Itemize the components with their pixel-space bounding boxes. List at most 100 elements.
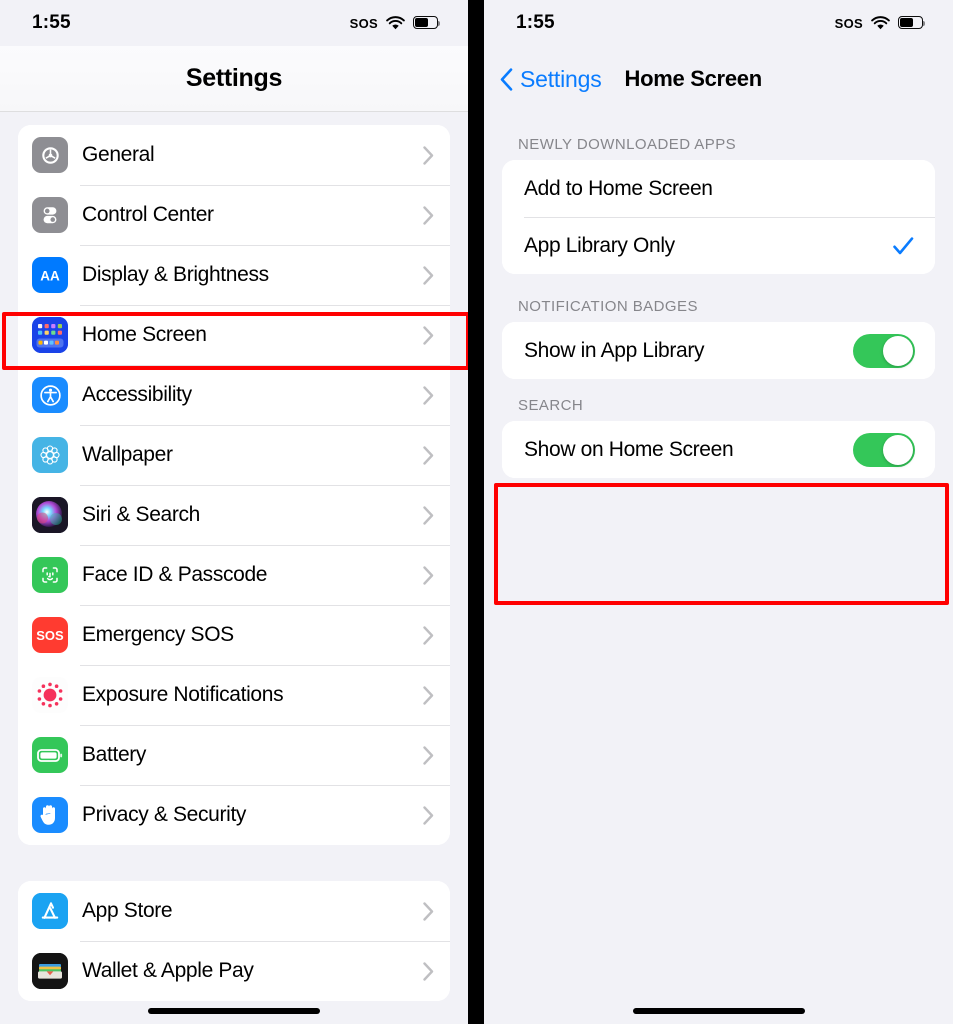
section-header-newly-downloaded-apps: NEWLY DOWNLOADED APPS	[518, 136, 737, 153]
sidebar-item-siri-search[interactable]: Siri & Search	[18, 485, 450, 545]
sidebar-item-label: Home Screen	[82, 323, 207, 346]
sidebar-item-emergency-sos[interactable]: SOS Emergency SOS	[18, 605, 450, 665]
gear-icon	[32, 137, 68, 173]
sidebar-item-exposure-notifications[interactable]: Exposure Notifications	[18, 665, 450, 725]
chevron-right-icon	[423, 685, 434, 705]
sidebar-item-label: Control Center	[82, 203, 214, 226]
chevron-right-icon	[423, 445, 434, 465]
option-show-on-home-screen[interactable]: Show on Home Screen	[502, 421, 935, 478]
left-nav-bar: Settings	[0, 46, 468, 112]
toggle-show-on-home-screen[interactable]	[853, 432, 915, 467]
section-group-search: Show on Home Screen	[502, 421, 935, 478]
settings-list-scroll[interactable]: General Control Center AA Display & Brig…	[0, 112, 468, 1024]
chevron-right-icon	[423, 385, 434, 405]
section-header-notification-badges: NOTIFICATION BADGES	[518, 298, 698, 315]
toggle-show-in-app-library[interactable]	[853, 333, 915, 368]
wallet-icon	[32, 953, 68, 989]
svg-text:AA: AA	[40, 268, 60, 283]
sidebar-item-label: Wallet & Apple Pay	[82, 959, 254, 982]
sidebar-item-wallet-apple-pay[interactable]: Wallet & Apple Pay	[18, 941, 450, 1001]
chevron-right-icon	[423, 565, 434, 585]
back-button[interactable]: Settings	[500, 66, 602, 93]
option-label: App Library Only	[524, 233, 675, 257]
sidebar-item-label: Wallpaper	[82, 443, 173, 466]
chevron-left-icon	[500, 67, 513, 91]
wifi-icon	[871, 15, 890, 29]
checkmark-icon	[893, 236, 914, 254]
two-phone-comparison: 1:55 SOS Settings General Control Center…	[0, 0, 953, 1024]
sidebar-item-label: Face ID & Passcode	[82, 563, 268, 586]
section-group-notification-badges: Show in App Library	[502, 322, 935, 379]
status-bar-time: 1:55	[516, 12, 555, 33]
option-add-to-home-screen[interactable]: Add to Home Screen	[502, 160, 935, 217]
status-bar-time: 1:55	[32, 12, 71, 33]
sidebar-item-label: App Store	[82, 899, 173, 922]
left-phone-settings-screen: 1:55 SOS Settings General Control Center…	[0, 0, 468, 1024]
sidebar-item-accessibility[interactable]: Accessibility	[18, 365, 450, 425]
sidebar-item-label: Emergency SOS	[82, 623, 234, 646]
right-phone-home-screen-settings: 1:55 SOS Settings Home Screen NEWLY DOWN…	[484, 0, 953, 1024]
right-nav-bar: Settings Home Screen	[484, 46, 953, 112]
privacy-security-icon	[32, 797, 68, 833]
chevron-right-icon	[423, 205, 434, 225]
sidebar-item-display-brightness[interactable]: AA Display & Brightness	[18, 245, 450, 305]
status-bar-left: 1:55 SOS	[0, 0, 468, 46]
section-group-newly-downloaded-apps: Add to Home Screen App Library Only	[502, 160, 935, 274]
sidebar-item-label: Exposure Notifications	[82, 683, 284, 706]
home-screen-icon	[32, 317, 68, 353]
option-label: Show in App Library	[524, 338, 705, 362]
sidebar-item-control-center[interactable]: Control Center	[18, 185, 450, 245]
option-label: Show on Home Screen	[524, 437, 734, 461]
section-header-search: SEARCH	[518, 397, 584, 414]
settings-group-primary: General Control Center AA Display & Brig…	[18, 125, 450, 845]
sidebar-item-home-screen[interactable]: Home Screen	[18, 305, 450, 365]
sidebar-item-general[interactable]: General	[18, 125, 450, 185]
home-screen-settings-scroll[interactable]: NEWLY DOWNLOADED APPS Add to Home Screen…	[484, 112, 953, 1024]
siri-search-icon	[32, 497, 68, 533]
wifi-icon	[386, 15, 405, 29]
chevron-right-icon	[423, 805, 434, 825]
control-center-icon	[32, 197, 68, 233]
sidebar-item-label: General	[82, 143, 155, 166]
page-title: Settings	[185, 64, 283, 92]
page-title: Home Screen	[624, 66, 763, 91]
sidebar-item-app-store[interactable]: App Store	[18, 881, 450, 941]
exposure-notifications-icon	[32, 677, 68, 713]
sidebar-item-label: Siri & Search	[82, 503, 200, 526]
sidebar-item-wallpaper[interactable]: Wallpaper	[18, 425, 450, 485]
battery-icon	[898, 16, 925, 30]
battery-icon	[413, 16, 440, 30]
svg-text:SOS: SOS	[36, 628, 64, 643]
chevron-right-icon	[423, 625, 434, 645]
home-indicator	[148, 1008, 320, 1014]
chevron-right-icon	[423, 325, 434, 345]
chevron-right-icon	[423, 145, 434, 165]
sidebar-item-battery[interactable]: Battery	[18, 725, 450, 785]
status-bar-right: 1:55 SOS	[484, 0, 953, 46]
chevron-right-icon	[423, 505, 434, 525]
option-label: Add to Home Screen	[524, 176, 713, 200]
app-store-icon	[32, 893, 68, 929]
settings-group-apps: App Store Wallet & Apple Pay	[18, 881, 450, 1001]
sidebar-item-face-id-passcode[interactable]: Face ID & Passcode	[18, 545, 450, 605]
home-indicator	[632, 1008, 805, 1014]
sidebar-item-privacy-security[interactable]: Privacy & Security	[18, 785, 450, 845]
option-app-library-only[interactable]: App Library Only	[502, 217, 935, 274]
chevron-right-icon	[423, 265, 434, 285]
sidebar-item-label: Accessibility	[82, 383, 192, 406]
face-id-icon	[32, 557, 68, 593]
status-bar-indicators: SOS	[350, 16, 440, 31]
sidebar-item-label: Privacy & Security	[82, 803, 247, 826]
chevron-right-icon	[423, 745, 434, 765]
sidebar-item-label: Battery	[82, 743, 147, 766]
option-show-in-app-library[interactable]: Show in App Library	[502, 322, 935, 379]
chevron-right-icon	[423, 961, 434, 981]
panel-divider	[468, 0, 476, 1024]
back-button-label: Settings	[520, 65, 602, 92]
wallpaper-icon	[32, 437, 68, 473]
chevron-right-icon	[423, 901, 434, 921]
accessibility-icon	[32, 377, 68, 413]
sos-indicator: SOS	[834, 15, 863, 31]
status-bar-indicators: SOS	[835, 16, 925, 31]
